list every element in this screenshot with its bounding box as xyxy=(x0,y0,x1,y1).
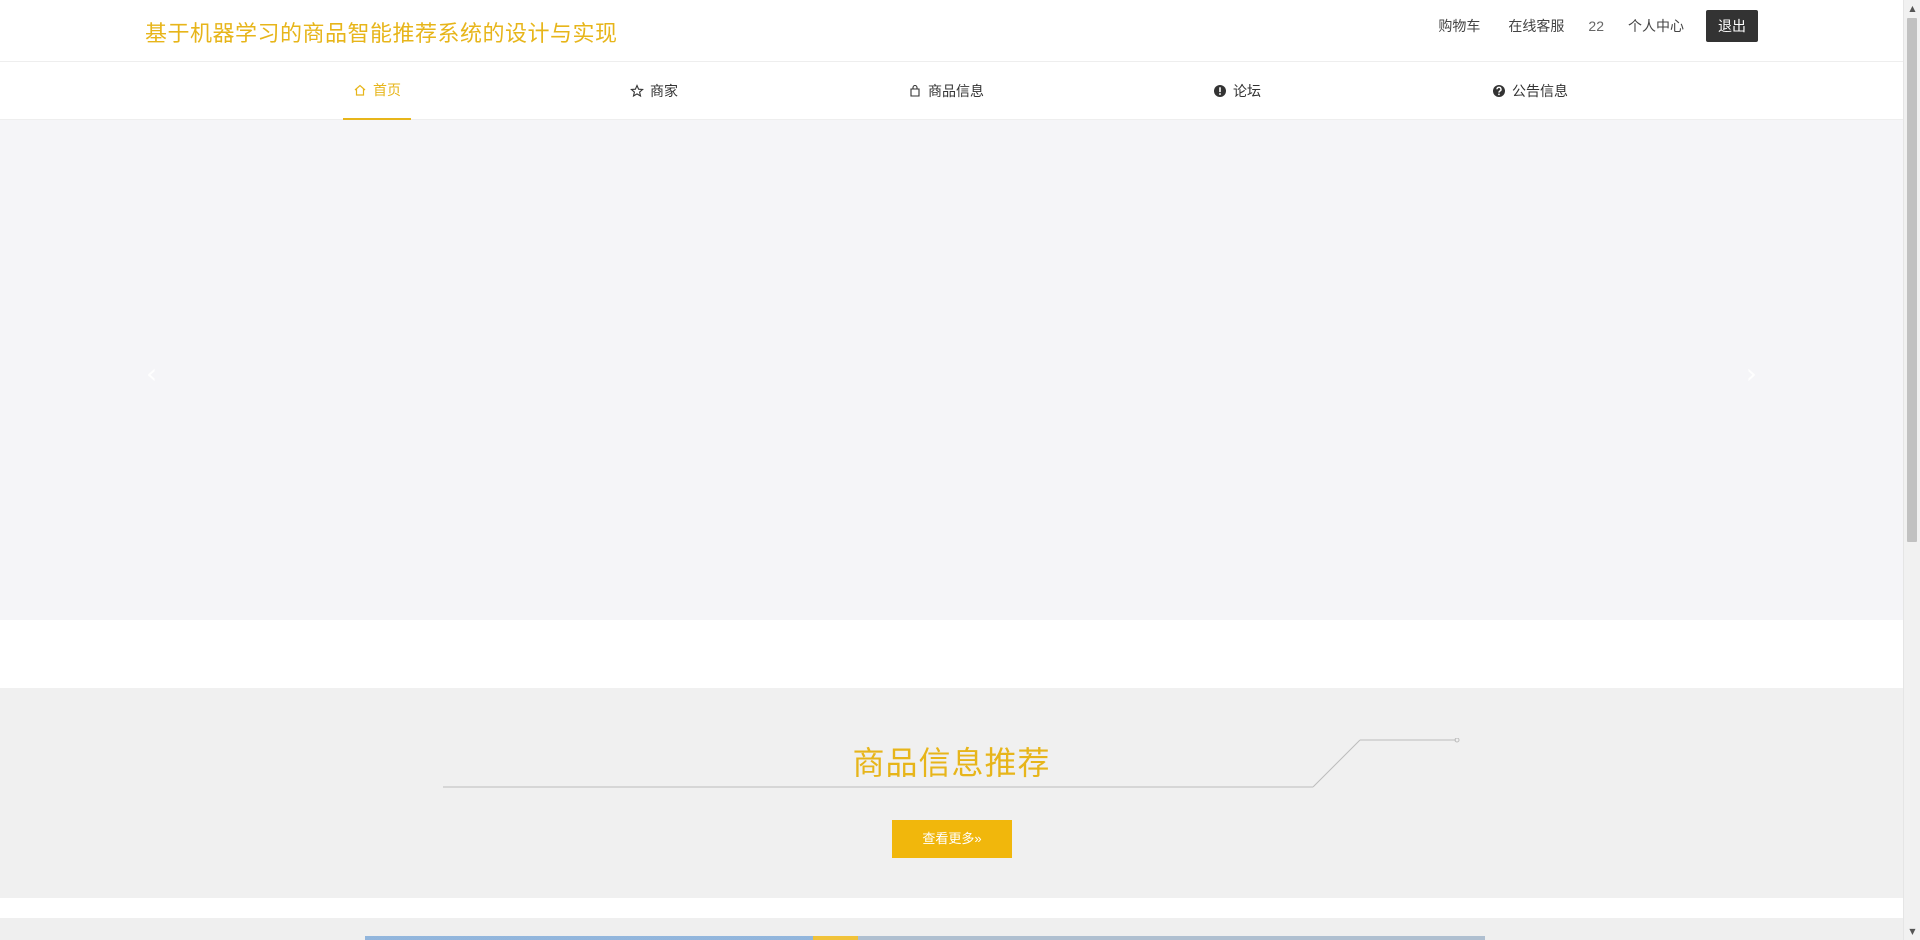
site-title: 基于机器学习的商品智能推荐系统的设计与实现 xyxy=(145,21,618,46)
nav-item-label: 商家 xyxy=(650,83,678,99)
question-circle-icon xyxy=(1492,84,1506,98)
nav-item-merchants[interactable]: 商家 xyxy=(620,62,688,120)
home-icon xyxy=(353,83,367,97)
logout-button[interactable]: 退出 xyxy=(1706,10,1758,42)
nav-item-announcements[interactable]: 公告信息 xyxy=(1482,62,1578,120)
exclamation-circle-icon xyxy=(1213,84,1227,98)
cart-link[interactable]: 购物车 xyxy=(1424,16,1494,36)
product-cards-preview xyxy=(365,936,1485,940)
recommend-section: 商品信息推荐 查看更多» xyxy=(0,688,1903,898)
online-service-link[interactable]: 在线客服 xyxy=(1494,16,1578,36)
scrollbar-thumb[interactable] xyxy=(1907,18,1917,542)
top-links: 购物车 在线客服 22 个人中心 退出 xyxy=(1424,10,1758,42)
top-header: 基于机器学习的商品智能推荐系统的设计与实现 购物车 在线客服 22 个人中心 退… xyxy=(0,0,1903,62)
username-label: 22 xyxy=(1588,18,1604,34)
banner-carousel: ‹ › xyxy=(0,120,1903,620)
profile-link[interactable]: 个人中心 xyxy=(1614,16,1698,36)
page-scrollbar[interactable]: ▲ ▼ xyxy=(1903,0,1920,940)
star-icon xyxy=(630,84,644,98)
carousel-prev-icon[interactable]: ‹ xyxy=(146,360,157,388)
spacer-strip xyxy=(0,620,1903,688)
view-more-button[interactable]: 查看更多» xyxy=(892,820,1012,858)
nav-item-label: 首页 xyxy=(373,82,401,98)
scroll-up-icon[interactable]: ▲ xyxy=(1904,0,1920,17)
nav-item-label: 公告信息 xyxy=(1512,83,1568,99)
section-gap xyxy=(0,898,1903,918)
nav-item-forum[interactable]: 论坛 xyxy=(1203,62,1271,120)
section-title: 商品信息推荐 xyxy=(852,745,1051,781)
nav-item-home[interactable]: 首页 xyxy=(343,62,411,120)
nav-item-label: 商品信息 xyxy=(928,83,984,99)
main-nav: 首页 商家 商品信息 论坛 公告信息 xyxy=(0,62,1903,120)
bag-icon xyxy=(908,84,922,98)
nav-item-label: 论坛 xyxy=(1233,83,1261,99)
nav-item-products[interactable]: 商品信息 xyxy=(898,62,994,120)
scroll-down-icon[interactable]: ▼ xyxy=(1904,923,1920,940)
carousel-next-icon[interactable]: › xyxy=(1746,360,1757,388)
